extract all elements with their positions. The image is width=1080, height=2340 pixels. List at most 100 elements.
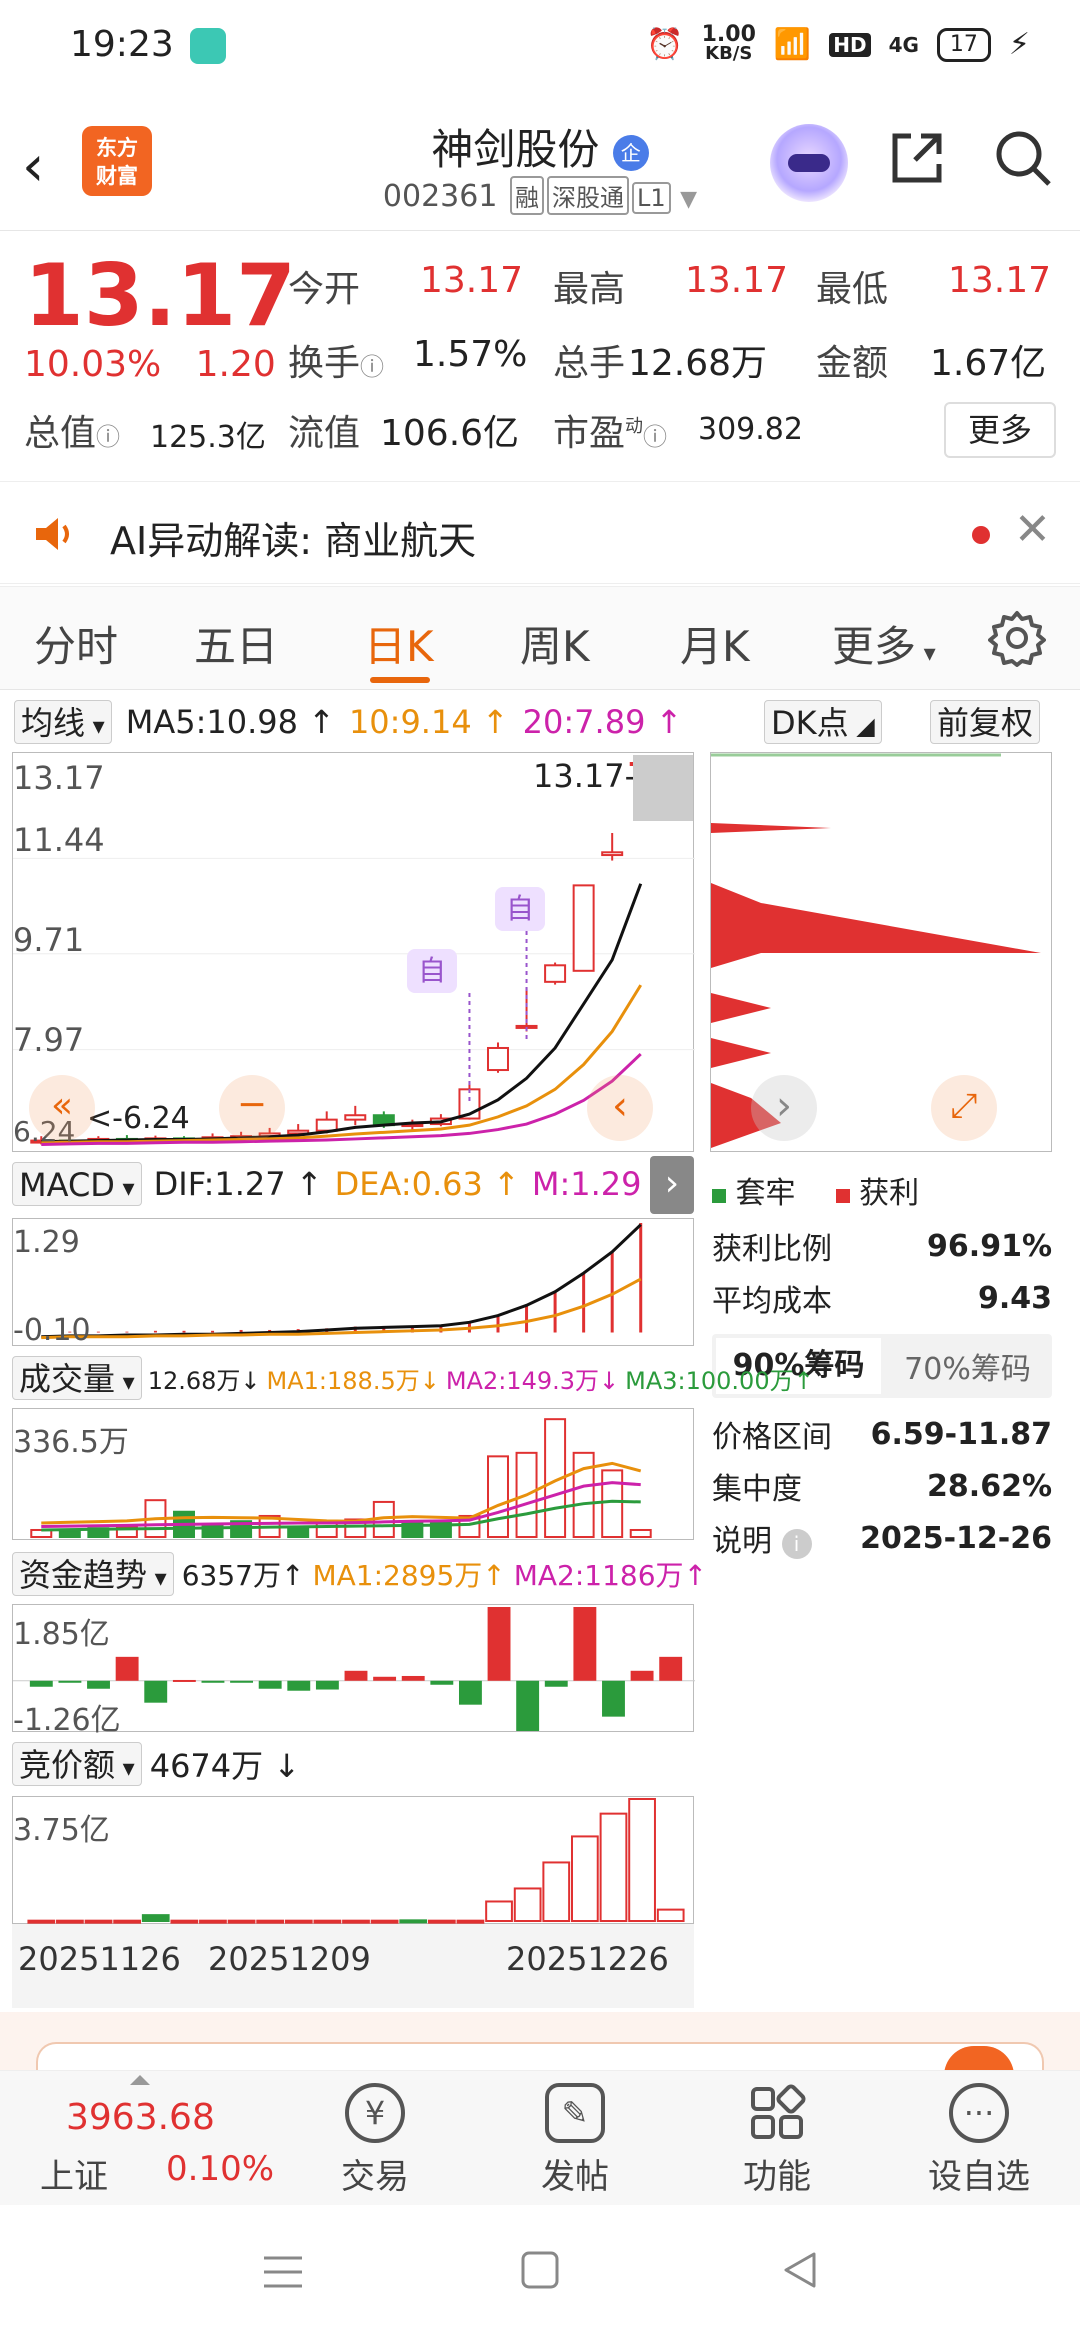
macd-y-bottom: -0.10 — [13, 1313, 91, 1348]
money-flow-bar — [659, 1656, 683, 1681]
tab-weekly-k[interactable]: 周K — [520, 613, 590, 674]
high-value: 13.17 — [685, 260, 789, 301]
turnover-value: 1.57% — [413, 334, 528, 375]
nav-functions[interactable]: 功能 — [702, 2083, 852, 2198]
chart-period-tabs: 分时 五日 日K 周K 月K 更多 ▾ — [0, 586, 1080, 690]
money-flow-bar — [602, 1680, 625, 1717]
home-icon[interactable] — [520, 2250, 560, 2294]
grid-apps-icon — [747, 2083, 807, 2143]
caret-down-icon[interactable]: ▼ — [680, 187, 697, 212]
pe-label: 市盈动ⓘ — [553, 413, 668, 454]
nav-post[interactable]: ✎ 发帖 — [500, 2083, 650, 2198]
chip-profit-area — [711, 823, 831, 833]
macd-svg — [41, 1223, 643, 1340]
collapse-arrow-icon[interactable]: › — [650, 1156, 694, 1214]
volume-value: 12.68万 — [628, 343, 768, 384]
money-y-bottom: -1.26亿 — [13, 1703, 121, 1738]
tab-intraday[interactable]: 分时 — [34, 613, 118, 674]
tab-monthly-k[interactable]: 月K — [680, 613, 750, 674]
money-flow-bar — [258, 1680, 282, 1689]
close-icon[interactable]: ✕ — [1014, 504, 1051, 555]
auction-dropdown[interactable]: 竞价额 ▾ — [12, 1742, 142, 1786]
tab-more[interactable]: 更多 ▾ — [832, 613, 936, 674]
wifi-icon: 📶 — [773, 27, 812, 62]
auction-bar — [542, 1861, 571, 1923]
auction-chart[interactable]: 3.75亿 — [12, 1796, 694, 1924]
self-select-marker[interactable]: 自 — [407, 949, 457, 993]
vol-ma1: MA1:188.5万↓ — [266, 1366, 440, 1395]
volume-dropdown[interactable]: 成交量 ▾ — [12, 1356, 142, 1400]
money-flow-bar — [344, 1670, 368, 1681]
auction-bar — [284, 1919, 313, 1924]
tab-daily-k[interactable]: 日K — [364, 613, 434, 674]
float-value: 106.6亿 — [380, 413, 520, 454]
index-value[interactable]: 3963.68 — [66, 2097, 215, 2138]
step-left-icon[interactable]: ‹ — [587, 1075, 653, 1141]
tab-chip-70[interactable]: 70%筹码 — [885, 1344, 1050, 1388]
index-percent[interactable]: 0.10% — [166, 2149, 274, 2189]
expand-up-icon[interactable] — [130, 2075, 150, 2085]
index-name[interactable]: 上证 — [40, 2149, 108, 2198]
zoom-out-icon[interactable]: − — [219, 1075, 285, 1141]
money-flow-bar — [144, 1680, 168, 1703]
tab-five-day[interactable]: 五日 — [194, 613, 278, 674]
volume-chart[interactable]: 336.5万 — [12, 1408, 694, 1540]
price-range-row: 价格区间 6.59-11.87 — [712, 1416, 1052, 1456]
vol-ma3: MA3:100.00万↑ — [625, 1366, 814, 1395]
low-price-tag: <-6.24 — [87, 1101, 190, 1136]
money-flow-bar — [58, 1680, 82, 1683]
stock-code: 002361 — [382, 179, 498, 214]
candle-body — [487, 1046, 509, 1072]
bottom-nav: 3963.68 上证 0.10% ¥ 交易 ✎ 发帖 功能 ··· 设自选 — [0, 2070, 1080, 2205]
edit-icon: ✎ — [545, 2083, 605, 2143]
nav-trade[interactable]: ¥ 交易 — [300, 2083, 450, 2198]
status-time: 19:23 — [70, 24, 174, 65]
more-dots-icon: ··· — [949, 2083, 1009, 2143]
money-ma2: MA2:1186万↑ — [513, 1559, 708, 1592]
candle-body — [315, 1118, 338, 1132]
auction-bar — [485, 1900, 513, 1923]
ai-assistant-icon[interactable] — [770, 124, 848, 202]
dk-point-dropdown[interactable]: DK点 ◢ — [764, 700, 882, 744]
date-label-1: 20251126 — [18, 1940, 181, 1978]
auction-bar — [628, 1798, 656, 1922]
money-trend-dropdown[interactable]: 资金趋势 ▾ — [12, 1552, 174, 1596]
chip-distribution-chart[interactable]: › ⤢ — [710, 752, 1052, 1152]
macd-chart[interactable]: 1.29 -0.10 — [12, 1218, 694, 1348]
scroll-left-icon[interactable]: « — [29, 1075, 95, 1141]
adjust-mode-button[interactable]: 前复权 — [930, 700, 1041, 744]
candle-body — [572, 884, 595, 972]
kline-chart[interactable]: 13.17 11.44 9.71 7.97 6.24 13.17-> <-6.2… — [12, 752, 695, 1152]
alarm-icon: ⏰ — [646, 27, 684, 62]
step-right-icon[interactable]: › — [751, 1075, 817, 1141]
ai-analysis-bar[interactable]: AI异动解读: 商业航天 ✕ — [0, 484, 1080, 584]
share-icon[interactable] — [882, 126, 952, 196]
info-icon: i — [781, 1529, 812, 1559]
expand-icon[interactable]: ⤢ — [931, 1075, 997, 1141]
menu-icon[interactable] — [262, 2252, 304, 2296]
candle-body — [344, 1114, 367, 1121]
ma-legend-row: 均线 ▾ MA5:10.98 ↑ 10:9.14 ↑ 20:7.89 ↑ — [14, 698, 682, 746]
more-button[interactable]: 更多 — [944, 402, 1056, 458]
change-percent: 10.03% — [24, 344, 162, 385]
settings-gear-icon[interactable] — [988, 609, 1046, 671]
macd-dropdown[interactable]: MACD ▾ — [12, 1162, 142, 1206]
nav-add-watchlist[interactable]: ··· 设自选 — [904, 2083, 1054, 2198]
status-bar: 19:23 ⏰ 1.00 KB/S 📶 HD 4G 17 ⚡ — [0, 0, 1080, 96]
note-row[interactable]: 说明 i 2025-12-26 — [712, 1516, 1052, 1560]
auction-bar — [656, 1908, 685, 1923]
search-icon[interactable] — [988, 126, 1058, 196]
money-trend-chart[interactable]: 1.85亿 -1.26亿 — [12, 1604, 695, 1738]
hd-badge: HD — [829, 32, 871, 57]
mktcap-value: 125.3亿 — [150, 420, 266, 455]
open-label: 今开 — [288, 269, 361, 310]
back-triangle-icon[interactable] — [780, 2250, 820, 2294]
ma-dropdown[interactable]: 均线 ▾ — [14, 700, 112, 744]
avg-cost-row: 平均成本 9.43 — [712, 1280, 1052, 1320]
turnover-label: 换手ⓘ — [288, 343, 385, 384]
dif-value: DIF:1.27 ↑ — [153, 1165, 323, 1203]
self-select-marker[interactable]: 自 — [495, 887, 545, 931]
money-flow-bar — [172, 1679, 196, 1682]
money-flow-bar — [516, 1680, 540, 1731]
chip-legend: 套牢 获利 — [712, 1168, 1052, 1212]
